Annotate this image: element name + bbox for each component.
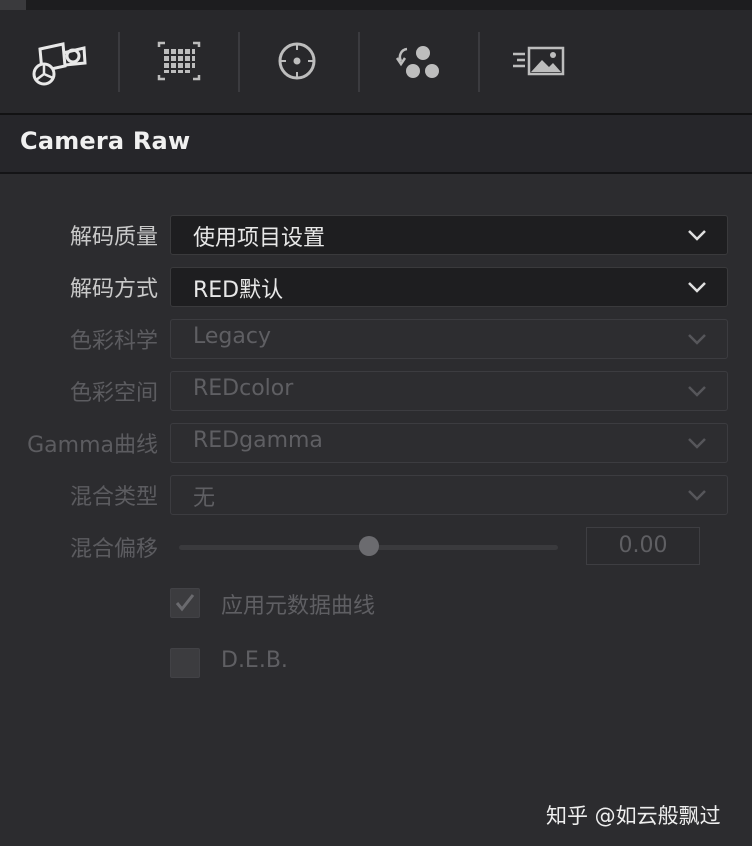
tool-target[interactable] bbox=[267, 31, 327, 91]
chevron-down-icon bbox=[688, 386, 706, 397]
chevron-down-icon bbox=[688, 230, 706, 241]
tool-color-match[interactable] bbox=[387, 31, 447, 91]
panel-title: Camera Raw bbox=[20, 127, 191, 155]
chevron-down-icon bbox=[688, 490, 706, 501]
chevron-down-icon bbox=[688, 282, 706, 293]
top-strip bbox=[0, 0, 752, 10]
tool-color-chart[interactable] bbox=[149, 31, 209, 91]
tool-camera-raw[interactable] bbox=[27, 31, 87, 91]
camera-raw-icon bbox=[32, 42, 87, 86]
blend-offset-label: 混合偏移 bbox=[69, 537, 158, 562]
toolbar-separator bbox=[238, 32, 240, 92]
decode-quality-value: 使用项目设置 bbox=[193, 226, 326, 251]
blend-type-dropdown[interactable]: 无 bbox=[170, 475, 728, 515]
blend-type-label: 混合类型 bbox=[69, 485, 158, 510]
apply-metadata-curves-checkbox[interactable] bbox=[170, 588, 200, 618]
color-space-dropdown[interactable]: REDcolor bbox=[170, 371, 728, 411]
image-wipe-icon bbox=[513, 46, 565, 76]
color-chart-icon bbox=[157, 41, 201, 81]
decode-using-dropdown[interactable]: RED默认 bbox=[170, 267, 728, 307]
color-science-value: Legacy bbox=[193, 324, 271, 349]
decode-using-value: RED默认 bbox=[193, 278, 284, 303]
chevron-down-icon bbox=[688, 334, 706, 345]
blend-offset-slider-thumb[interactable] bbox=[358, 536, 379, 556]
toolbar-separator bbox=[358, 32, 360, 92]
chevron-down-icon bbox=[688, 438, 706, 449]
gamma-curve-dropdown[interactable]: REDgamma bbox=[170, 423, 728, 463]
toolbar-separator bbox=[478, 32, 480, 92]
gamma-curve-value: REDgamma bbox=[193, 428, 323, 453]
color-science-label: 色彩科学 bbox=[69, 329, 158, 354]
toolbar bbox=[0, 10, 752, 115]
panel-header: Camera Raw bbox=[0, 115, 752, 174]
blend-offset-value-field[interactable]: 0.00 bbox=[586, 527, 700, 565]
toolbar-separator bbox=[118, 32, 120, 92]
decode-quality-dropdown[interactable]: 使用项目设置 bbox=[170, 215, 728, 255]
deb-label: D.E.B. bbox=[221, 648, 288, 673]
color-science-dropdown[interactable]: Legacy bbox=[170, 319, 728, 359]
top-strip-tab bbox=[0, 0, 26, 10]
color-match-icon bbox=[395, 46, 439, 78]
gamma-curve-label: Gamma曲线 bbox=[27, 433, 158, 458]
color-space-label: 色彩空间 bbox=[69, 381, 158, 406]
decode-quality-label: 解码质量 bbox=[69, 225, 158, 250]
checkmark-icon bbox=[175, 594, 195, 612]
tool-image-wipe[interactable] bbox=[509, 31, 569, 91]
watermark-text: 知乎 @如云般飘过 bbox=[546, 804, 721, 828]
blend-type-value: 无 bbox=[193, 486, 216, 511]
color-space-value: REDcolor bbox=[193, 376, 294, 401]
target-icon bbox=[278, 42, 316, 80]
camera-raw-panel: 解码质量 使用项目设置 解码方式 RED默认 色彩科学 Legacy 色彩空间 … bbox=[0, 174, 752, 846]
deb-checkbox[interactable] bbox=[170, 648, 200, 678]
decode-using-label: 解码方式 bbox=[69, 277, 158, 302]
apply-metadata-curves-label: 应用元数据曲线 bbox=[221, 594, 376, 619]
